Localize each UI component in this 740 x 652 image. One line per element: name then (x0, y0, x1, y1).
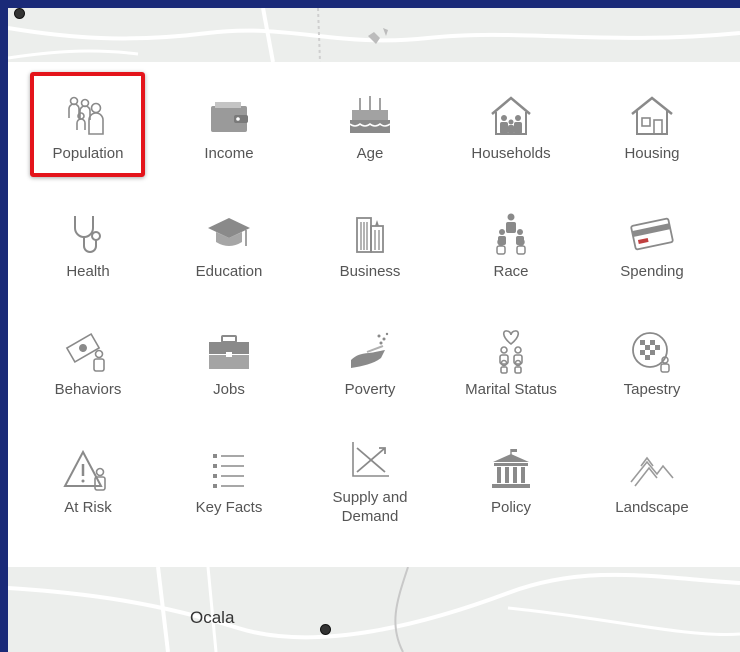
category-label: Housing (624, 145, 680, 162)
map-marker-dot[interactable] (14, 8, 25, 19)
category-marital-status[interactable]: Marital Status (446, 330, 576, 430)
category-label: Health (66, 263, 110, 280)
category-behaviors[interactable]: Behaviors (23, 330, 153, 430)
stethoscope-icon (74, 216, 101, 253)
category-policy[interactable]: Policy (446, 448, 576, 548)
infographic-category-panel: Population Income Age Households Housing… (8, 62, 740, 567)
category-label: Jobs (213, 381, 245, 398)
briefcase-icon (209, 335, 249, 369)
map-frame: Ocala Population Income Age Households H… (8, 8, 740, 652)
birthday-cake-icon (349, 96, 391, 133)
household-icon (491, 96, 531, 135)
category-poverty[interactable]: Poverty (305, 330, 435, 430)
wallet-icon (211, 102, 248, 132)
credit-card-icon (630, 217, 674, 251)
category-label: Households (471, 145, 551, 162)
category-label: Landscape (615, 499, 689, 516)
category-business[interactable]: Business (305, 212, 435, 312)
supply-demand-chart-icon (352, 442, 389, 477)
category-label: Poverty (344, 381, 396, 398)
category-key-facts[interactable]: Key Facts (164, 448, 294, 548)
bullet-list-icon (213, 454, 244, 488)
category-tapestry[interactable]: Tapestry (587, 330, 717, 430)
category-label: At Risk (64, 499, 112, 516)
category-jobs[interactable]: Jobs (164, 330, 294, 430)
category-label: Spending (620, 263, 684, 280)
category-label: Race (493, 263, 529, 280)
mountains-icon (630, 456, 674, 487)
category-label: Policy (490, 499, 531, 516)
category-label: Income (204, 145, 254, 162)
category-label: Supply and Demand (332, 489, 408, 525)
money-person-icon (65, 332, 105, 372)
category-label: Tapestry (623, 381, 681, 398)
map-place-label: Ocala (190, 608, 235, 627)
category-label: Marital Status (465, 381, 557, 398)
category-label: Business (339, 263, 401, 280)
open-hand-icon (351, 332, 389, 368)
category-at-risk[interactable]: At Risk (23, 448, 153, 548)
warning-person-icon (63, 449, 106, 491)
people-group-icon (496, 213, 526, 255)
category-housing[interactable]: Housing (587, 94, 717, 194)
category-households[interactable]: Households (446, 94, 576, 194)
selection-highlight (30, 72, 145, 177)
map-marker-dot[interactable] (320, 624, 331, 635)
category-race[interactable]: Race (446, 212, 576, 312)
category-supply-and-demand[interactable]: Supply and Demand (305, 438, 435, 538)
category-income[interactable]: Income (164, 94, 294, 194)
category-education[interactable]: Education (164, 212, 294, 312)
category-spending[interactable]: Spending (587, 212, 717, 312)
category-label: Education (195, 263, 263, 280)
house-icon (631, 96, 673, 135)
tapestry-globe-icon (632, 332, 670, 373)
category-age[interactable]: Age (305, 94, 435, 194)
category-label: Age (356, 145, 384, 162)
buildings-icon (356, 217, 384, 253)
category-label: Key Facts (195, 499, 263, 516)
graduation-cap-icon (208, 218, 250, 246)
category-label: Behaviors (54, 381, 122, 398)
government-building-icon (492, 449, 530, 488)
couple-heart-icon (499, 330, 523, 374)
category-landscape[interactable]: Landscape (587, 448, 717, 548)
category-health[interactable]: Health (23, 212, 153, 312)
